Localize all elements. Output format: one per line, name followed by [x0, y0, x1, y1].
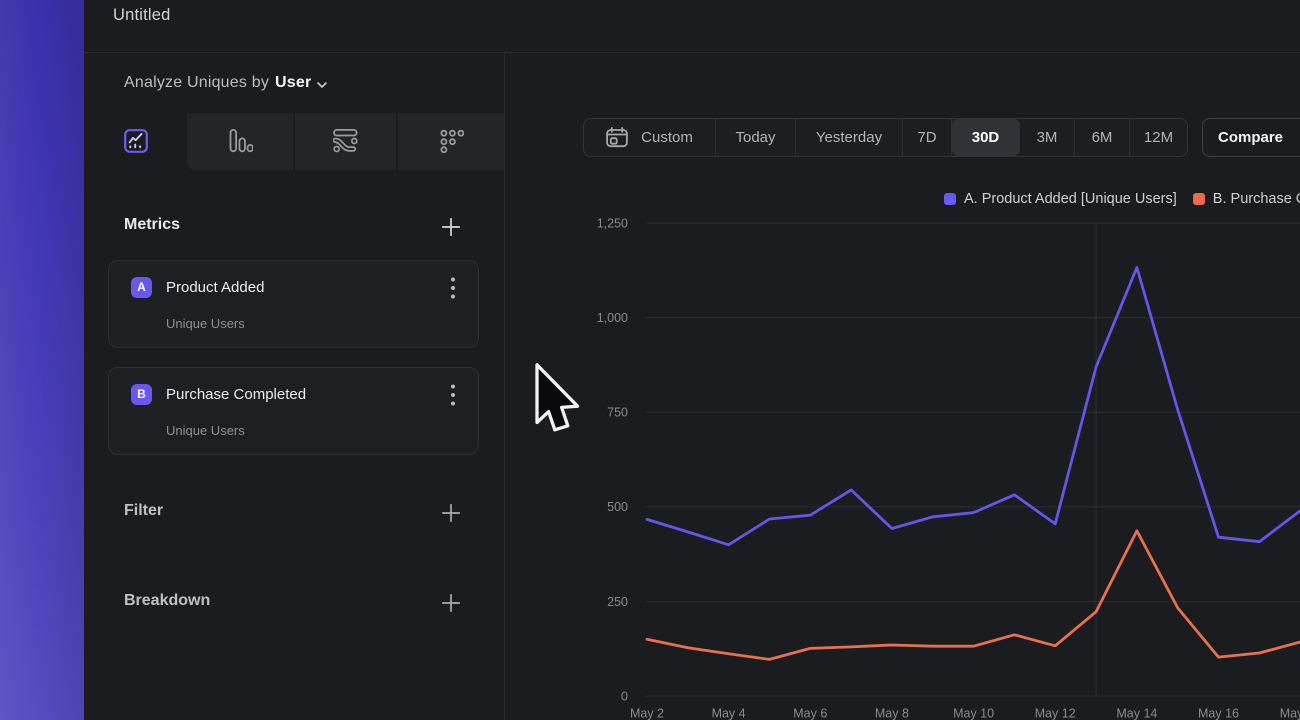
svg-text:500: 500 — [607, 500, 628, 514]
svg-text:750: 750 — [607, 406, 628, 420]
svg-text:250: 250 — [607, 595, 628, 609]
svg-text:May 4: May 4 — [712, 707, 746, 720]
svg-text:May 8: May 8 — [875, 707, 909, 720]
svg-text:May 10: May 10 — [953, 707, 994, 720]
svg-text:0: 0 — [621, 689, 628, 703]
svg-text:May 6: May 6 — [793, 707, 827, 720]
svg-text:May 18: May 18 — [1280, 707, 1300, 720]
svg-text:May 14: May 14 — [1116, 707, 1157, 720]
svg-text:May 2: May 2 — [630, 707, 664, 720]
svg-text:May 12: May 12 — [1035, 707, 1076, 720]
svg-text:May 16: May 16 — [1198, 707, 1239, 720]
svg-text:1,000: 1,000 — [597, 311, 628, 325]
svg-text:1,250: 1,250 — [597, 216, 628, 230]
